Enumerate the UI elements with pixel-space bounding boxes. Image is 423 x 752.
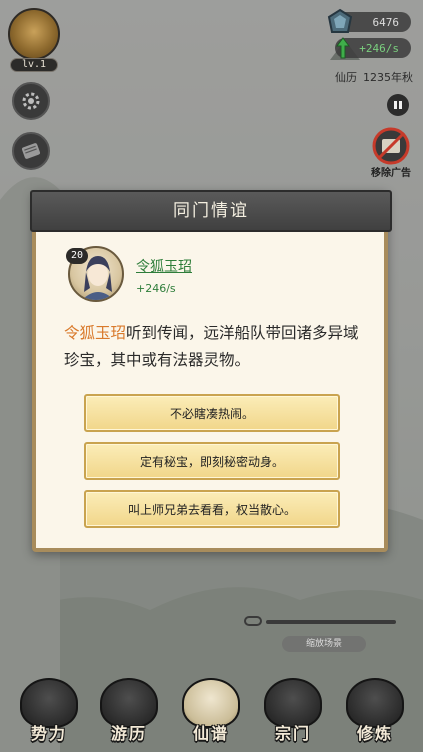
player-level-badge[interactable]: lv.1 [6,8,62,72]
character-level-badge: 20 [66,248,88,264]
event-character-name: 令狐玉玿 [64,324,127,342]
nav-faction[interactable]: 势力 [12,676,86,752]
nav-label-cultivation: 修炼 [356,724,393,743]
zoom-slider-track[interactable] [266,620,396,624]
remove-ad-label: 移除广告 [371,168,411,179]
nav-label-immortal-register: 仙谱 [192,724,229,743]
zoom-scene-label: 缩放场景 [282,636,366,652]
settings-button[interactable] [12,82,50,120]
nav-travel[interactable]: 游历 [92,676,166,752]
nav-label-travel: 游历 [110,724,147,743]
zoom-slider-handle[interactable] [244,616,262,626]
dialog-header: 同门情谊 [30,190,392,232]
calendar-label: 仙历 [335,71,357,84]
bottom-nav: 势力 游历 仙谱 宗门 修炼 [0,676,423,752]
dialog-body: 20 令狐玉玿 +246/s 令狐玉玿听到传闻，远洋船队带回诸多异域珍宝，其中或… [36,232,384,548]
scroll-icon [21,143,41,159]
nav-immortal-register[interactable]: 仙谱 [174,676,248,752]
nav-sect[interactable]: 宗门 [256,676,330,752]
choice-label-2: 定有秘宝，即刻秘密动身。 [139,454,284,469]
character-name-link[interactable]: 令狐玉玿 [136,256,192,276]
choice-button-3[interactable]: 叫上师兄弟去看看，权当散心。 [84,490,340,528]
character-rate: +246/s [136,282,176,295]
gem-icon [327,8,353,33]
event-dialog: 同门情谊 20 令狐玉玿 +246/s 令狐玉玿听到传闻，远洋船队带回诸多异域珍… [30,190,392,552]
nav-label-sect: 宗门 [274,724,311,743]
event-description: 令狐玉玿听到传闻，远洋船队带回诸多异域珍宝，其中或有法器灵物。 [64,320,364,374]
choice-button-2[interactable]: 定有秘宝，即刻秘密动身。 [84,442,340,480]
no-ad-icon [372,127,410,165]
player-level-label: lv.1 [10,58,58,72]
choice-button-1[interactable]: 不必瞎凑热闹。 [84,394,340,432]
dialog-title: 同门情谊 [173,201,249,221]
gear-icon [22,92,40,110]
player-avatar [8,8,60,60]
game-calendar: 仙历 1235年秋 [329,69,413,85]
nav-cultivation[interactable]: 修炼 [338,676,412,752]
income-rate-value: +246/s [359,41,399,55]
remove-ad-button[interactable]: 移除广告 [365,126,417,182]
choice-label-1: 不必瞎凑热闹。 [169,406,254,421]
nav-label-faction: 势力 [30,724,67,743]
choice-label-3: 叫上师兄弟去看看，权当散心。 [127,502,296,517]
pause-button[interactable] [387,94,409,116]
arrow-up-icon [336,37,350,59]
pause-icon [394,101,402,109]
calendar-year: 1235年秋 [363,71,413,84]
mail-button[interactable] [12,132,50,170]
spirit-stone-value: 6476 [372,15,400,29]
